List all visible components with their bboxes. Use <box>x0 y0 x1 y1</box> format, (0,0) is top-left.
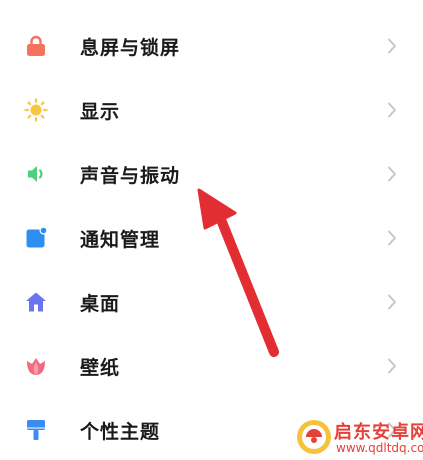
settings-item-label: 息屏与锁屏 <box>80 37 181 59</box>
chevron-right-icon <box>387 166 397 182</box>
settings-item-label: 桌面 <box>80 293 121 315</box>
watermark-url: www.qdltdq.com <box>336 441 423 455</box>
chevron-right-icon <box>387 102 397 118</box>
settings-page: 息屏与锁屏 显示 声音与振动 通知管理 桌面 壁纸 个性主题 启东安卓网 www… <box>0 0 423 460</box>
chevron-right-icon <box>387 358 397 374</box>
settings-item-label: 通知管理 <box>80 229 161 251</box>
settings-item-label: 声音与振动 <box>80 165 181 187</box>
watermark-logo-icon <box>294 416 334 456</box>
settings-item-desktop[interactable]: 桌面 <box>0 270 423 334</box>
settings-item-label: 个性主题 <box>80 421 161 443</box>
sun-icon <box>24 98 48 122</box>
brush-icon <box>24 418 48 442</box>
home-icon <box>24 290 48 314</box>
watermark: 启东安卓网 www.qdltdq.com <box>294 414 423 460</box>
lock-icon <box>24 34 48 58</box>
settings-item-sound[interactable]: 声音与振动 <box>0 142 423 206</box>
settings-item-lock-screen[interactable]: 息屏与锁屏 <box>0 14 423 78</box>
settings-item-label: 壁纸 <box>80 357 121 379</box>
notification-icon <box>24 226 48 250</box>
settings-item-wallpaper[interactable]: 壁纸 <box>0 334 423 398</box>
speaker-icon <box>24 162 48 186</box>
chevron-right-icon <box>387 294 397 310</box>
settings-item-notifications[interactable]: 通知管理 <box>0 206 423 270</box>
settings-item-label: 显示 <box>80 101 121 123</box>
settings-item-display[interactable]: 显示 <box>0 78 423 142</box>
tulip-icon <box>24 354 48 378</box>
chevron-right-icon <box>387 38 397 54</box>
chevron-right-icon <box>387 230 397 246</box>
